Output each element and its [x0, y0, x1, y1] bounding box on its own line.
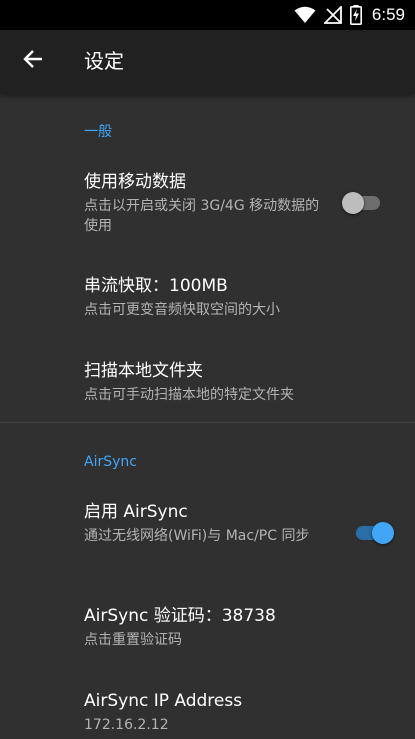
pref-stream-cache[interactable]: 串流快取：100MB 点击可更变音频快取空间的大小 [0, 264, 415, 324]
back-button[interactable] [10, 38, 56, 84]
switch-thumb [372, 522, 394, 544]
arrow-left-icon [22, 48, 44, 74]
pref-airsync-code-summary: 点击重置验证码 [84, 632, 182, 648]
section-header-general: 一般 [84, 124, 112, 140]
pref-scan-local-folder-summary: 点击可手动扫描本地的特定文件夹 [84, 387, 294, 403]
pref-airsync-ip-summary: 172.16.2.12 [84, 717, 169, 733]
pref-scan-local-folder[interactable]: 扫描本地文件夹 点击可手动扫描本地的特定文件夹 [0, 349, 415, 409]
pref-scan-local-folder-title: 扫描本地文件夹 [84, 361, 203, 381]
pref-stream-cache-summary: 点击可更变音频快取空间的大小 [84, 302, 280, 318]
page-title: 设定 [84, 49, 124, 73]
pref-enable-airsync-summary: 通过无线网络(WiFi)与 Mac/PC 同步 [84, 528, 310, 544]
pref-mobile-data[interactable]: 使用移动数据 点击以开启或关闭 3G/4G 移动数据的使用 [0, 160, 415, 242]
section-header-airsync: AirSync [84, 454, 137, 470]
status-time: 6:59 [371, 5, 405, 24]
pref-airsync-ip-title: AirSync IP Address [84, 691, 243, 711]
pref-enable-airsync[interactable]: 启用 AirSync 通过无线网络(WiFi)与 Mac/PC 同步 [0, 490, 415, 572]
signal-off-icon [323, 6, 342, 24]
mobile-data-switch[interactable] [342, 191, 384, 215]
wifi-icon [294, 6, 316, 24]
airsync-switch[interactable] [354, 521, 394, 545]
pref-mobile-data-title: 使用移动数据 [84, 172, 186, 192]
pref-stream-cache-title: 串流快取：100MB [84, 276, 228, 296]
pref-airsync-code-title: AirSync 验证码：38738 [84, 606, 276, 626]
status-bar: 6:59 [0, 0, 415, 30]
pref-airsync-code[interactable]: AirSync 验证码：38738 点击重置验证码 [0, 594, 415, 654]
switch-thumb [342, 192, 364, 214]
battery-charging-icon [349, 5, 362, 25]
section-divider [0, 422, 415, 423]
status-icons: 6:59 [294, 4, 405, 26]
app-bar: 设定 [0, 30, 415, 94]
pref-airsync-ip[interactable]: AirSync IP Address 172.16.2.12 [0, 679, 415, 739]
pref-enable-airsync-title: 启用 AirSync [84, 502, 188, 522]
pref-mobile-data-summary: 点击以开启或关闭 3G/4G 移动数据的使用 [84, 198, 320, 234]
